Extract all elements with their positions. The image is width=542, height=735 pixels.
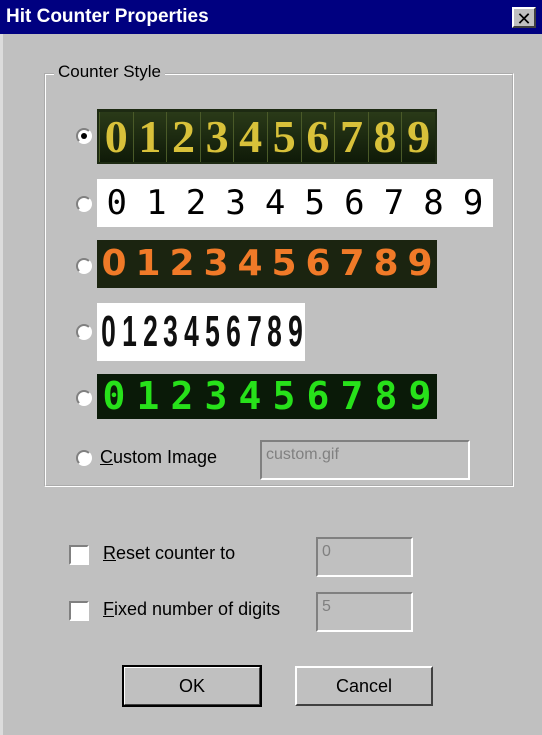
custom-image-radio[interactable] (76, 450, 92, 466)
digit: 7 (383, 183, 405, 223)
close-button[interactable]: ✕ (512, 7, 536, 29)
digit: 3 (203, 243, 229, 284)
digit: 4 (233, 111, 267, 162)
close-icon: ✕ (516, 9, 532, 29)
digit: 3 (199, 111, 234, 162)
style-5-digit-strip[interactable]: 0 1 2 3 4 5 6 7 8 9 (97, 374, 437, 419)
digit: 6 (300, 111, 335, 162)
digit: 2 (169, 243, 195, 284)
fixed-digits-label: Fixed number of digits (103, 599, 281, 619)
digit: 7 (340, 374, 364, 418)
digit: 0 (102, 374, 126, 418)
digit: 1 (136, 374, 160, 418)
digit: 1 (132, 111, 167, 162)
cancel-button[interactable]: Cancel (295, 666, 433, 706)
digit: 6 (225, 307, 241, 356)
digit: 7 (246, 307, 262, 356)
style-2-digit-strip[interactable]: 0 1 2 3 4 5 6 7 8 9 (97, 179, 493, 227)
digit: 1 (146, 183, 167, 223)
style-5-radio[interactable] (76, 390, 92, 406)
digit: 9 (401, 111, 435, 162)
digit: 5 (266, 111, 301, 162)
digit: 3 (204, 374, 228, 418)
ok-button[interactable]: OK (122, 665, 262, 707)
style-4-radio[interactable] (76, 324, 92, 340)
fixed-digits-checkbox[interactable] (69, 601, 89, 621)
digit: 8 (267, 307, 283, 356)
digit: 6 (305, 243, 331, 284)
digit: 2 (166, 111, 200, 162)
digit: 2 (142, 307, 158, 356)
custom-image-field[interactable]: custom.gif (260, 440, 470, 480)
digit: 3 (225, 183, 246, 223)
digit: 0 (101, 307, 116, 356)
digit: 7 (334, 111, 368, 162)
digit: 4 (238, 374, 262, 418)
digit: 0 (101, 243, 127, 284)
style-2-radio[interactable] (76, 196, 92, 212)
digit: 5 (205, 307, 220, 356)
reset-counter-checkbox[interactable] (69, 545, 89, 565)
digit: 9 (288, 307, 304, 356)
reset-counter-label: Reset counter to (103, 543, 236, 563)
fixed-digits-field[interactable]: 5 (316, 592, 413, 632)
digit: 1 (121, 307, 137, 356)
digit: 1 (135, 243, 161, 284)
digit: 7 (339, 243, 365, 284)
digit: 6 (344, 183, 365, 223)
digit: 6 (306, 374, 330, 418)
custom-image-label: Custom Image (100, 447, 218, 467)
digit: 0 (99, 111, 133, 162)
digit: 9 (407, 243, 433, 284)
digit: 5 (271, 243, 297, 284)
digit: 4 (237, 243, 263, 284)
window-edge (0, 34, 3, 735)
digit: 8 (423, 183, 444, 223)
digit: 8 (373, 243, 399, 284)
digit: 2 (170, 374, 194, 418)
digit: 3 (163, 307, 179, 356)
digit: 8 (374, 374, 398, 418)
style-3-radio[interactable] (76, 258, 92, 274)
digit: 8 (367, 111, 402, 162)
style-4-digit-strip[interactable]: 0 1 2 3 4 5 6 7 8 9 (97, 303, 305, 361)
digit: 5 (304, 183, 325, 223)
digit: 4 (264, 183, 286, 223)
digit: 4 (184, 307, 200, 356)
style-1-radio[interactable] (76, 128, 92, 144)
digit: 2 (185, 183, 207, 223)
style-3-digit-strip[interactable]: 0 1 2 3 4 5 6 7 8 9 (97, 240, 437, 288)
digit: 9 (462, 183, 484, 223)
digit: 0 (106, 183, 128, 223)
digit: 5 (272, 374, 296, 418)
style-1-digit-strip[interactable]: 0 1 2 3 4 5 6 7 8 9 (97, 109, 437, 164)
reset-counter-field[interactable]: 0 (316, 537, 413, 577)
counter-style-legend: Counter Style (54, 62, 165, 82)
window-title: Hit Counter Properties (6, 6, 209, 27)
digit: 9 (408, 374, 432, 418)
title-bar: Hit Counter Properties ✕ (0, 0, 542, 34)
